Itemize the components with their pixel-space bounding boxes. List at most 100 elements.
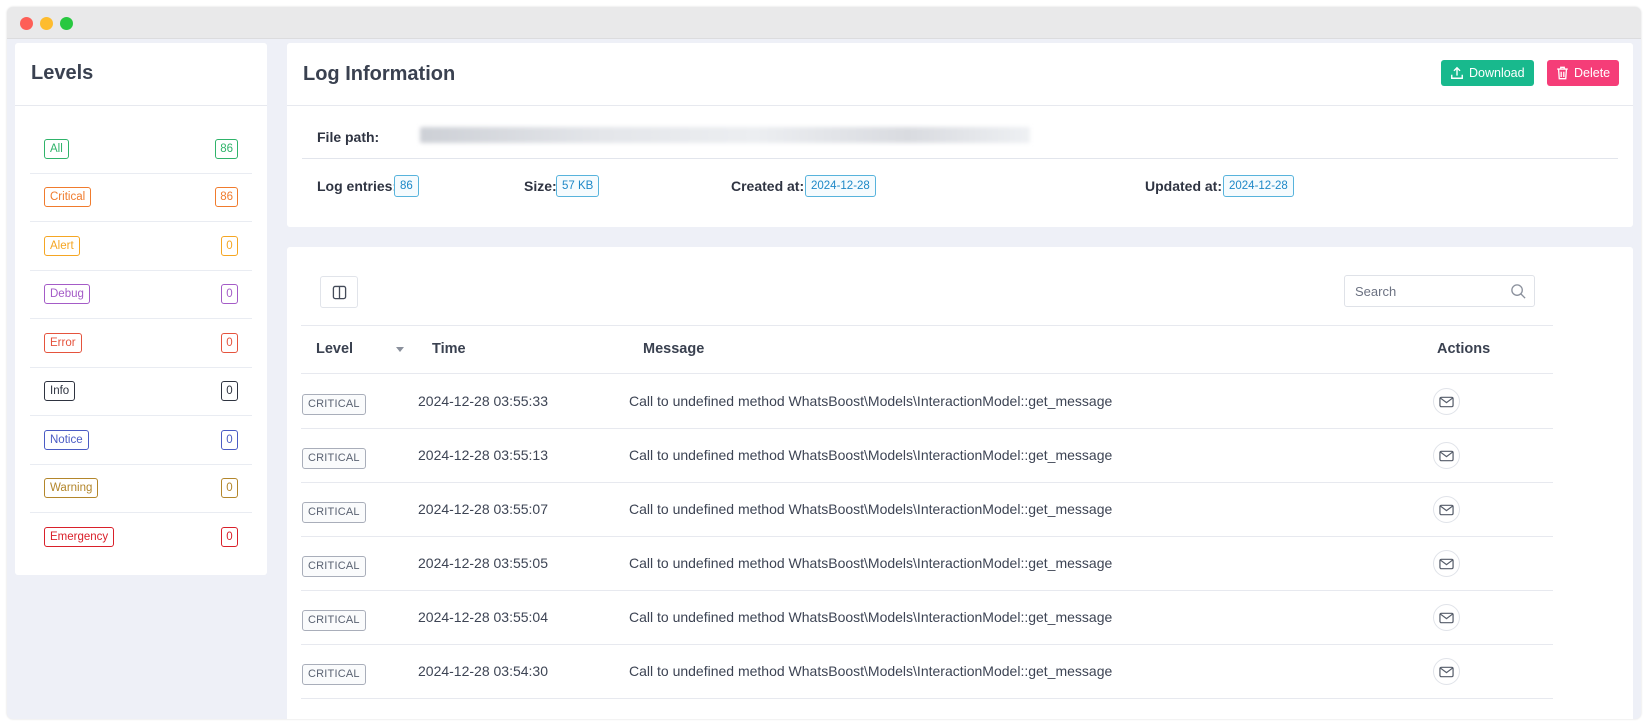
mail-icon [1439, 558, 1454, 570]
level-badge: Notice [44, 429, 89, 450]
row-time: 2024-12-28 03:55:33 [418, 393, 548, 409]
log-information-card: Log Information Download Delete File pat… [287, 43, 1633, 227]
mail-icon [1439, 396, 1454, 408]
search-icon [1511, 284, 1526, 299]
sidebar-item-alert[interactable]: Alert 0 [30, 222, 252, 271]
sidebar-item-warning[interactable]: Warning 0 [30, 465, 252, 513]
view-details-button[interactable] [1433, 442, 1460, 469]
column-header-time[interactable]: Time [432, 341, 466, 357]
level-tag: CRITICAL [302, 502, 366, 523]
view-details-button[interactable] [1433, 550, 1460, 577]
level-badge: Emergency [44, 527, 115, 548]
app-window: Levels All 86 Critical 86 Alert 0 Debug 0 Error 0… [7, 7, 1641, 719]
delete-button-label: Delete [1574, 66, 1611, 80]
row-time: 2024-12-28 03:55:13 [418, 447, 548, 463]
row-message: Call to undefined method WhatsBoost\Mode… [629, 609, 1113, 625]
size-badge: 57 KB [556, 175, 600, 197]
row-message: Call to undefined method WhatsBoost\Mode… [629, 393, 1113, 409]
level-count-badge: 0 [221, 429, 238, 450]
column-header-message[interactable]: Message [643, 341, 704, 357]
updated-at-label: Updated at: [1145, 178, 1222, 194]
table-row[interactable]: CRITICAL 2024-12-28 03:54:30 Call to undef… [301, 645, 1553, 699]
file-path-label: File path: [317, 129, 380, 145]
search-input[interactable] [1345, 276, 1495, 306]
table-row[interactable]: CRITICAL 2024-12-28 03:55:13 Call to undef… [301, 429, 1553, 483]
row-time: 2024-12-28 03:54:30 [418, 663, 548, 679]
column-header-actions: Actions [1437, 341, 1491, 357]
column-header-level[interactable]: Level [316, 341, 353, 357]
delete-button[interactable]: Delete [1547, 60, 1620, 86]
log-entries-badge: 86 [394, 175, 419, 197]
level-count-badge: 0 [221, 284, 238, 305]
view-details-button[interactable] [1433, 604, 1460, 631]
table-row[interactable]: CRITICAL 2024-12-28 03:55:05 Call to undef… [301, 537, 1553, 591]
sidebar-item-error[interactable]: Error 0 [30, 319, 252, 368]
window-titlebar [7, 7, 1641, 39]
table-row[interactable]: CRITICAL 2024-12-28 03:55:04 Call to undef… [301, 591, 1553, 645]
column-toggle-button[interactable] [320, 276, 358, 308]
created-at-badge: 2024-12-28 [805, 175, 876, 197]
search-box[interactable] [1344, 275, 1535, 307]
view-details-button[interactable] [1433, 496, 1460, 523]
level-badge: Alert [44, 235, 80, 256]
sidebar-item-all[interactable]: All 86 [30, 125, 252, 174]
table-row[interactable]: CRITICAL 2024-12-28 03:55:33 Call to undef… [301, 375, 1553, 429]
columns-icon [332, 285, 346, 299]
level-badge: Error [44, 332, 82, 353]
level-tag: CRITICAL [302, 448, 366, 469]
upload-icon [1451, 66, 1463, 79]
sidebar-item-debug[interactable]: Debug 0 [30, 271, 252, 319]
level-count-badge: 0 [221, 332, 238, 353]
level-badge: Warning [44, 478, 99, 499]
page-title: Log Information [303, 63, 456, 85]
level-badge: Debug [44, 284, 90, 305]
level-count-badge: 86 [215, 138, 238, 159]
level-count-badge: 0 [221, 527, 238, 548]
mail-icon [1439, 666, 1454, 678]
row-message: Call to undefined method WhatsBoost\Mode… [629, 663, 1113, 679]
mail-icon [1439, 504, 1454, 516]
sidebar-item-critical[interactable]: Critical 86 [30, 174, 252, 222]
level-count-badge: 0 [221, 381, 238, 402]
levels-sidebar: Levels All 86 Critical 86 Alert 0 Debug 0 Error 0… [15, 43, 267, 575]
table-header: Level Time Message Actions [301, 325, 1553, 374]
sidebar-item-info[interactable]: Info 0 [30, 368, 252, 416]
level-badge: All [44, 138, 69, 159]
sort-caret-icon[interactable] [396, 347, 404, 352]
level-count-badge: 0 [221, 478, 238, 499]
level-count-badge: 86 [215, 187, 238, 208]
level-tag: CRITICAL [302, 664, 366, 685]
view-details-button[interactable] [1433, 388, 1460, 415]
minimize-window-button[interactable] [40, 17, 53, 30]
sidebar-item-notice[interactable]: Notice 0 [30, 416, 252, 465]
row-time: 2024-12-28 03:55:04 [418, 609, 548, 625]
close-window-button[interactable] [20, 17, 33, 30]
maximize-window-button[interactable] [60, 17, 73, 30]
download-button[interactable]: Download [1441, 60, 1534, 86]
created-at-label: Created at: [731, 178, 805, 194]
log-entries-label: Log entries: [317, 178, 398, 194]
file-path-row: File path: [302, 119, 1618, 159]
sidebar-item-emergency[interactable]: Emergency 0 [30, 513, 252, 562]
updated-at-badge: 2024-12-28 [1223, 175, 1294, 197]
mail-icon [1439, 612, 1454, 624]
row-message: Call to undefined method WhatsBoost\Mode… [629, 555, 1113, 571]
level-tag: CRITICAL [302, 394, 366, 415]
row-time: 2024-12-28 03:55:07 [418, 501, 548, 517]
row-time: 2024-12-28 03:55:05 [418, 555, 548, 571]
level-tag: CRITICAL [302, 610, 366, 631]
row-message: Call to undefined method WhatsBoost\Mode… [629, 501, 1113, 517]
level-count-badge: 0 [221, 235, 238, 256]
log-information-header: Log Information Download Delete [287, 43, 1633, 106]
sidebar-title: Levels [15, 43, 267, 106]
table-row[interactable]: CRITICAL 2024-12-28 03:55:07 Call to undef… [301, 483, 1553, 537]
size-label: Size: [524, 178, 557, 194]
trash-icon [1557, 66, 1568, 80]
log-stats-row: Log entries: 86 Size: 57 KB Created at: … [302, 173, 1618, 201]
view-details-button[interactable] [1433, 658, 1460, 685]
mail-icon [1439, 450, 1454, 462]
download-button-label: Download [1469, 66, 1525, 80]
level-tag: CRITICAL [302, 556, 366, 577]
row-message: Call to undefined method WhatsBoost\Mode… [629, 447, 1113, 463]
file-path-value-redacted [420, 127, 1030, 143]
